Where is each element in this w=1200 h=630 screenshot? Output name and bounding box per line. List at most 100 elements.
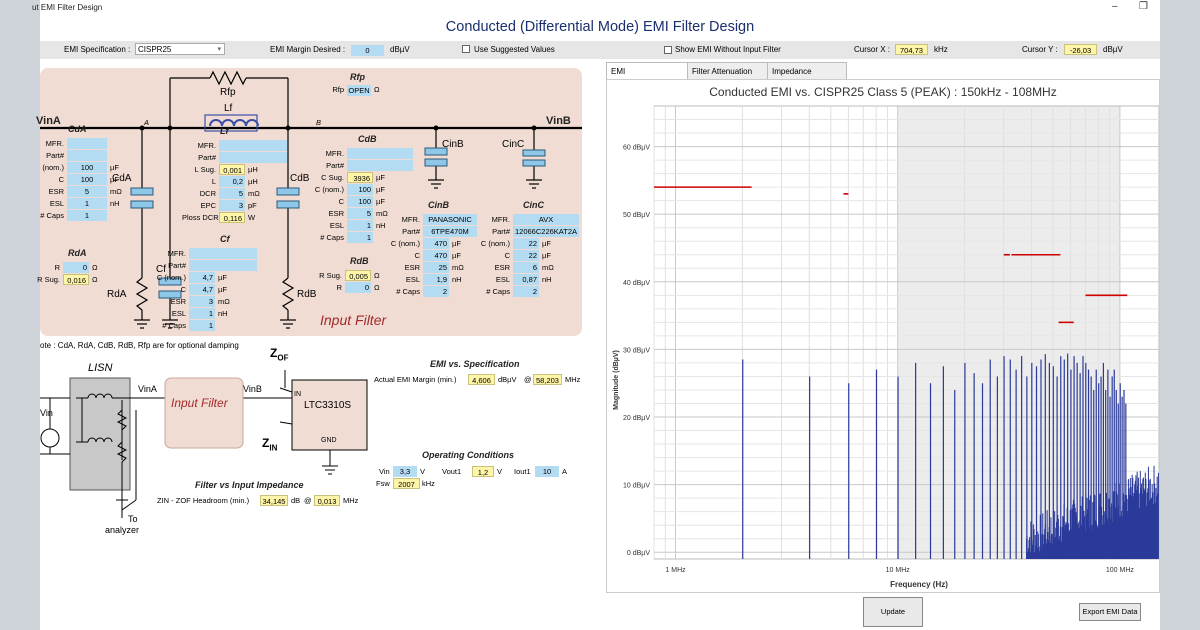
node-a-label: A [144, 118, 150, 127]
show-emi-checkbox[interactable] [664, 46, 672, 54]
lf-row-input[interactable]: 5 [219, 188, 245, 199]
cursor-x-unit: kHz [934, 45, 948, 54]
lf-row-input[interactable] [219, 140, 287, 151]
cda-row-input[interactable] [67, 138, 107, 149]
cdb-row-input[interactable]: 100 [347, 184, 373, 195]
cda-row-label: ESL [49, 199, 64, 208]
chart-y-tick-label: 30 dBµV [623, 347, 650, 354]
cf-row-input[interactable]: 1 [189, 320, 215, 331]
cda-row-input[interactable]: 5 [67, 186, 107, 197]
cinb-row-input[interactable]: 2 [423, 286, 449, 297]
restore-button[interactable]: ❐ [1139, 1, 1148, 12]
cda-row-label: ESR [48, 187, 64, 196]
cdb-row-label: C Sug. [321, 173, 344, 182]
block-vinb-label: VinB [243, 384, 262, 394]
cursor-y-label: Cursor Y : [1022, 45, 1058, 54]
chip-gnd-pin: GND [321, 437, 337, 444]
lf-symbol-label: Lf [224, 103, 233, 114]
cinc-row-input[interactable]: 12066C226KAT2A [513, 226, 579, 237]
cinb-row-input[interactable]: 470 [423, 238, 449, 249]
title-bar: ut EMI Filter Design – ❐ [32, 0, 1160, 16]
lf-row-label: Part# [198, 153, 216, 162]
cinb-row-input[interactable]: PANASONIC [423, 214, 477, 225]
rda-row-input[interactable]: 0 [63, 262, 89, 273]
cdb-row-label: # Caps [320, 233, 344, 242]
tab-impedance[interactable]: Impedance [767, 62, 847, 79]
chevron-down-icon: ▾ [217, 46, 221, 53]
lf-row-input[interactable]: 0,2 [219, 176, 245, 187]
cinc-row-input[interactable]: 2 [513, 286, 539, 297]
cf-row-label: MFR. [167, 249, 186, 258]
chart-y-tick-label: 50 dBµV [623, 212, 650, 219]
iout-input[interactable]: 10 [535, 466, 559, 477]
rdb-row-input[interactable]: 0 [345, 282, 371, 293]
cda-row-input[interactable] [67, 150, 107, 161]
cf-row-input[interactable]: 3 [189, 296, 215, 307]
headroom-unit: dB [291, 496, 301, 505]
cinb-row-unit: µF [452, 239, 461, 248]
minimize-button[interactable]: – [1112, 1, 1118, 12]
cf-row-input[interactable] [189, 248, 257, 259]
cinc-row-input[interactable]: 6 [513, 262, 539, 273]
cf-row-input[interactable]: 1 [189, 308, 215, 319]
cinc-row-input[interactable]: 22 [513, 238, 539, 249]
cdb-row-input[interactable] [347, 160, 413, 171]
headroom-at: @ [304, 496, 312, 505]
cda-row-unit: µF [110, 175, 119, 184]
tab-filter-attenuation[interactable]: Filter Attenuation [687, 62, 768, 79]
cdb-row-input[interactable] [347, 148, 413, 159]
vin-input[interactable]: 3,3 [393, 466, 417, 477]
cda-row-label: # Caps [40, 211, 64, 220]
lf-row-unit: W [248, 213, 256, 222]
lf-row-input[interactable]: 3 [219, 200, 245, 211]
cinc-row-input[interactable]: 22 [513, 250, 539, 261]
app-title: Conducted (Differential Mode) EMI Filter… [445, 19, 755, 35]
export-emi-data-button[interactable]: Export EMI Data [1079, 603, 1141, 621]
tab-emi[interactable]: EMI [606, 62, 688, 79]
cdb-row-input[interactable]: 100 [347, 196, 373, 207]
cinb-row-input[interactable]: 6TPE470M [423, 226, 477, 237]
cinb-title: CinB [428, 200, 449, 210]
cinb-row-label: ESR [404, 263, 420, 272]
show-emi-label: Show EMI Without Input Filter [675, 45, 781, 54]
cda-row-label: C [58, 175, 64, 184]
rda-row-label: R [54, 263, 60, 272]
cf-row-input[interactable]: 4,7 [189, 284, 215, 295]
cinc-row-label: ESR [494, 263, 510, 272]
emi-chart[interactable]: Conducted EMI vs. CISPR25 Class 5 (PEAK)… [607, 80, 1159, 592]
update-button[interactable]: Update [863, 597, 923, 627]
cinb-row-input[interactable]: 470 [423, 250, 449, 261]
cinc-row-input[interactable]: 0,87 [513, 274, 539, 285]
cdb-row-input[interactable]: 1 [347, 232, 373, 243]
cdb-row-input[interactable]: 1 [347, 220, 373, 231]
rfp-input[interactable]: OPEN [347, 85, 371, 96]
suggested-values-label: Use Suggested Values [474, 45, 555, 54]
chart-x-tick-label: 100 MHz [1106, 567, 1135, 574]
cf-row-input[interactable]: 4,7 [189, 272, 215, 283]
cinc-row-input[interactable]: AVX [513, 214, 579, 225]
rdb-row-unit: Ω [374, 283, 380, 292]
cf-row-input[interactable] [189, 260, 257, 271]
emi-spec-label: EMI Specification : [64, 45, 131, 54]
emi-spec-select[interactable]: CISPR25 ▾ [135, 43, 225, 55]
zin-label: ZIN [262, 436, 278, 453]
cda-row-input[interactable]: 100 [67, 162, 107, 173]
margin-input[interactable]: 0 [351, 45, 384, 56]
cdb-row-unit: µF [376, 173, 385, 182]
vinb-label: VinB [546, 115, 571, 127]
cda-row-input[interactable]: 100 [67, 174, 107, 185]
fsw-param-label: Fsw [376, 479, 390, 488]
cda-row-input[interactable]: 1 [67, 210, 107, 221]
suggested-values-checkbox[interactable] [462, 45, 470, 53]
lf-row-input[interactable] [219, 152, 287, 163]
cda-row-input[interactable]: 1 [67, 198, 107, 209]
cinb-row-unit: nH [452, 275, 462, 284]
chart-y-tick-label: 10 dBµV [623, 483, 650, 490]
rda-title: RdA [68, 248, 87, 258]
cinb-row-unit: µF [452, 251, 461, 260]
cdb-row-unit: nH [376, 221, 386, 230]
impedance-title: Filter vs Input Impedance [195, 480, 304, 490]
cinb-row-input[interactable]: 25 [423, 262, 449, 273]
cinb-row-input[interactable]: 1,9 [423, 274, 449, 285]
cdb-row-input[interactable]: 5 [347, 208, 373, 219]
